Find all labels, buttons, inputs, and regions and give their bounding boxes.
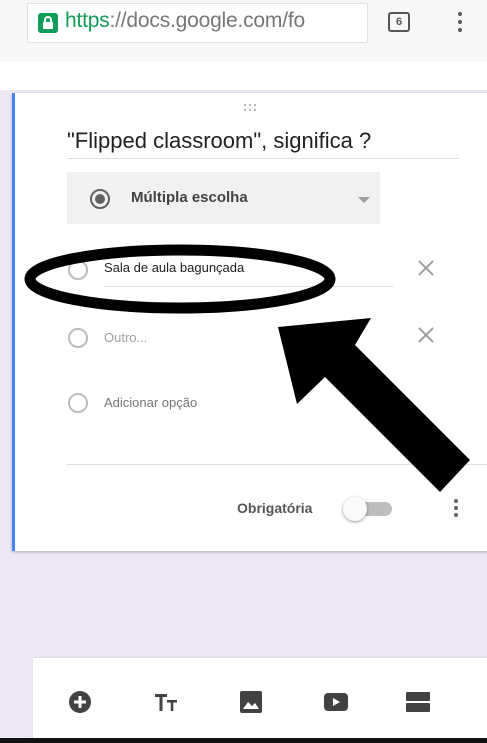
drag-handle-icon[interactable] [244,104,260,114]
url-text: https://docs.google.com/fo [65,9,305,33]
dropdown-caret-icon [358,197,370,203]
title-text-icon[interactable] [154,690,180,714]
more-options-icon[interactable] [452,496,460,524]
add-option-button[interactable]: Adicionar opção [104,395,197,410]
option-underline [104,286,394,287]
browser-menu-icon[interactable] [450,8,470,38]
section-icon[interactable] [405,690,431,714]
address-bar[interactable]: https://docs.google.com/fo [27,3,368,43]
option-text[interactable]: Sala de aula bagunçada [104,260,244,275]
form-background-top [0,62,487,90]
url-host-path: ://docs.google.com/fo [109,9,306,32]
question-card[interactable] [12,93,487,551]
option-radio-icon [68,393,88,413]
question-title-underline [67,158,459,159]
system-navigation-bar [0,738,487,743]
tab-switcher-button[interactable]: 6 [388,12,410,32]
add-question-icon[interactable] [67,690,93,714]
question-type-label: Múltipla escolha [131,189,248,206]
other-option-text[interactable]: Outro... [104,330,147,345]
remove-other-icon[interactable] [416,325,436,345]
required-toggle-knob[interactable] [343,497,367,521]
browser-toolbar: https://docs.google.com/fo 6 [0,0,487,62]
required-label: Obrigatória [237,500,313,516]
radio-type-icon [90,189,110,209]
question-title[interactable]: "Flipped classroom", significa ? [67,128,371,154]
option-radio-icon [68,328,88,348]
video-icon[interactable] [323,690,349,714]
remove-option-icon[interactable] [416,258,436,278]
option-radio-icon [68,260,88,280]
image-icon[interactable] [238,690,264,714]
lock-icon [38,13,58,33]
url-scheme: https [65,9,110,32]
card-footer-divider [67,464,487,465]
